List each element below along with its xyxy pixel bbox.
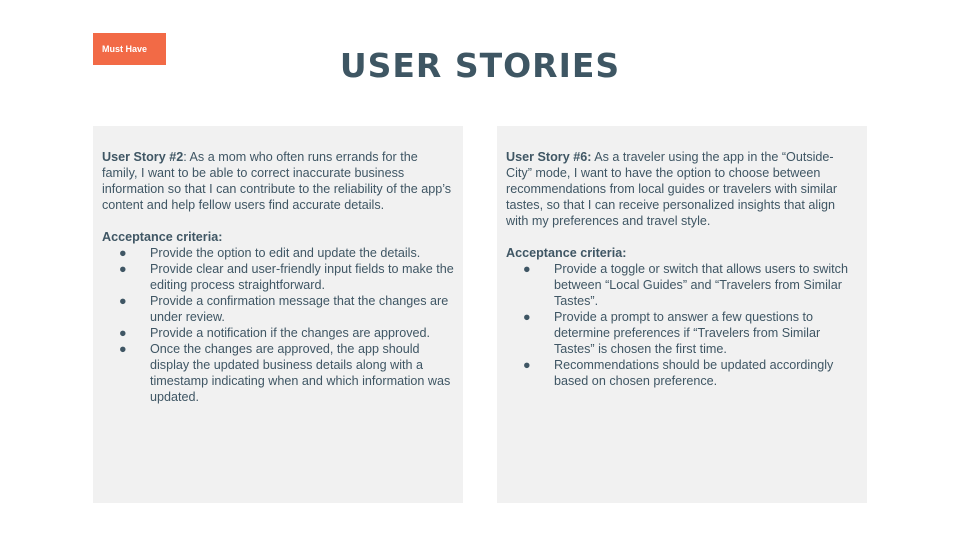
criteria-item: ● Recommendations should be updated accor… bbox=[523, 358, 834, 388]
bullet-icon: ● bbox=[523, 310, 531, 324]
bullet-icon: ● bbox=[523, 358, 531, 372]
criteria-item: ● Provide a confirmation message that the… bbox=[119, 294, 449, 324]
user-story-text: User Story #6: As a traveler using the a… bbox=[506, 149, 858, 229]
bullet-icon: ● bbox=[119, 246, 127, 260]
criteria-item: ● Provide a notification if the changes a… bbox=[119, 326, 431, 340]
criteria-item: ● Provide clear and user-friendly input f… bbox=[119, 262, 454, 292]
bullet-icon: ● bbox=[119, 326, 127, 340]
criteria-item: ● Provide a toggle or switch that allows … bbox=[523, 262, 848, 308]
criteria-item: ● Once the changes are approved, the app … bbox=[119, 342, 451, 404]
user-story-label: User Story #2 bbox=[102, 150, 184, 164]
bullet-icon: ● bbox=[119, 262, 127, 276]
bullet-icon: ● bbox=[119, 342, 127, 356]
user-story-card-6: User Story #6: As a traveler using the a… bbox=[497, 126, 867, 503]
acceptance-criteria-heading: Acceptance criteria: bbox=[102, 230, 223, 244]
user-story-card-2: User Story #2: As a mom who often runs e… bbox=[93, 126, 463, 503]
criteria-item: ● Provide a prompt to answer a few questi… bbox=[523, 310, 821, 356]
acceptance-criteria-heading: Acceptance criteria: bbox=[506, 246, 627, 260]
user-story-text: User Story #2: As a mom who often runs e… bbox=[102, 149, 454, 213]
acceptance-criteria-list: ● Provide the option to edit and update t… bbox=[102, 245, 454, 405]
acceptance-criteria-list: ● Provide a toggle or switch that allows … bbox=[506, 261, 858, 389]
criteria-item: ● Provide the option to edit and update t… bbox=[119, 246, 421, 260]
bullet-icon: ● bbox=[119, 294, 127, 308]
user-story-label: User Story #6: bbox=[506, 150, 592, 164]
bullet-icon: ● bbox=[523, 262, 531, 276]
page-title: USER STORIES bbox=[339, 46, 621, 85]
